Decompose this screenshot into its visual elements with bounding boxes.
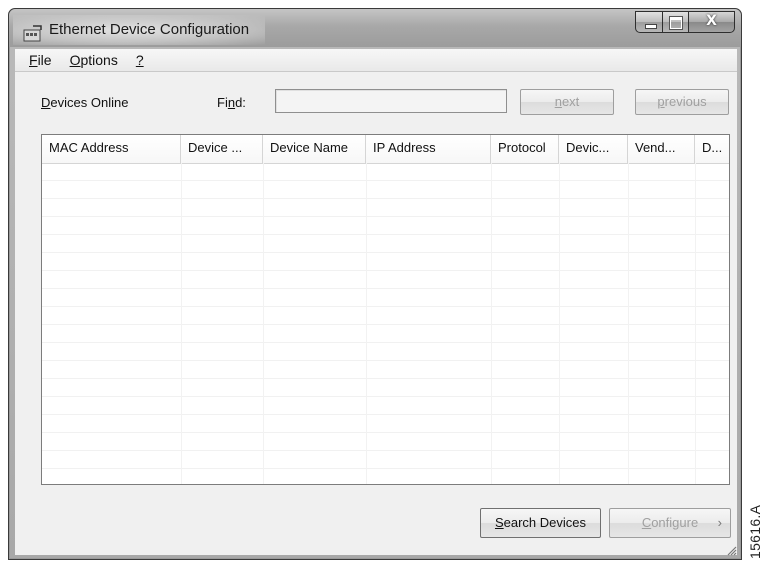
find-label-pre: Fi xyxy=(217,95,228,110)
column-divider xyxy=(181,163,182,484)
previous-button[interactable]: previous xyxy=(635,89,729,115)
menu-file[interactable]: File xyxy=(15,52,58,68)
menu-options[interactable]: Options xyxy=(58,52,124,68)
search-devices-button[interactable]: Search Devices xyxy=(480,508,601,538)
configure-accel: C xyxy=(641,515,652,530)
ethernet-app-icon xyxy=(23,25,42,42)
chevron-right-icon: › xyxy=(717,515,722,530)
find-label-post: d: xyxy=(235,95,246,110)
find-input[interactable] xyxy=(275,89,507,113)
close-button[interactable]: X xyxy=(689,11,735,33)
figure-id-text: 15616.A xyxy=(747,504,760,559)
column-device-id[interactable]: Devic... xyxy=(559,135,628,163)
column-divider xyxy=(366,163,367,484)
next-label: ext xyxy=(561,94,580,109)
maximize-button[interactable] xyxy=(663,11,689,33)
search-devices-accel: S xyxy=(494,515,504,530)
table-rows xyxy=(42,163,729,484)
column-divider xyxy=(559,163,560,484)
figure-id-watermark: 15616.A xyxy=(747,498,760,560)
menu-file-accel: F xyxy=(29,52,38,68)
column-divider xyxy=(263,163,264,484)
menu-help[interactable]: ? xyxy=(124,52,150,68)
devices-online-text: evices Online xyxy=(50,95,129,110)
find-label: Find: xyxy=(217,95,246,110)
client-area: Devices Online Find: next previous MAC A… xyxy=(15,72,737,555)
column-divider xyxy=(695,163,696,484)
configure-button[interactable]: Configure › xyxy=(609,508,731,538)
previous-accel: p xyxy=(657,94,665,109)
title-bar[interactable]: Ethernet Device Configuration X xyxy=(9,9,741,47)
devices-online-label: Devices Online xyxy=(41,95,128,110)
search-devices-label: earch Devices xyxy=(503,515,587,530)
window-title: Ethernet Device Configuration xyxy=(49,21,250,38)
column-protocol[interactable]: Protocol xyxy=(491,135,559,163)
column-device-name[interactable]: Device Name xyxy=(263,135,366,163)
column-divider xyxy=(628,163,629,484)
next-button[interactable]: next xyxy=(520,89,614,115)
main-window: Ethernet Device Configuration X File Opt… xyxy=(8,8,742,560)
menu-bar: File Options ? xyxy=(15,49,737,72)
menu-file-label: ile xyxy=(37,52,52,68)
resize-grip-icon[interactable] xyxy=(725,544,737,556)
column-vendor[interactable]: Vend... xyxy=(628,135,695,163)
minimize-button[interactable] xyxy=(635,11,663,33)
menu-help-accel: ? xyxy=(135,52,144,68)
column-mac-address[interactable]: MAC Address xyxy=(42,135,181,163)
devices-table[interactable]: MAC Address Device ... Device Name IP Ad… xyxy=(41,134,730,485)
next-accel: n xyxy=(554,94,562,109)
menu-options-accel: O xyxy=(69,52,81,68)
find-label-accel: n xyxy=(227,95,236,110)
column-divider xyxy=(491,163,492,484)
previous-label: revious xyxy=(664,94,707,109)
window-controls: X xyxy=(635,11,735,35)
table-header: MAC Address Device ... Device Name IP Ad… xyxy=(42,135,729,164)
close-icon: X xyxy=(706,13,717,29)
column-ip-address[interactable]: IP Address xyxy=(366,135,491,163)
configure-label: onfigure xyxy=(651,515,699,530)
column-d[interactable]: D... xyxy=(695,135,729,163)
devices-online-accel: D xyxy=(41,95,51,110)
column-device-type[interactable]: Device ... xyxy=(181,135,263,163)
menu-options-label: ptions xyxy=(80,52,118,68)
